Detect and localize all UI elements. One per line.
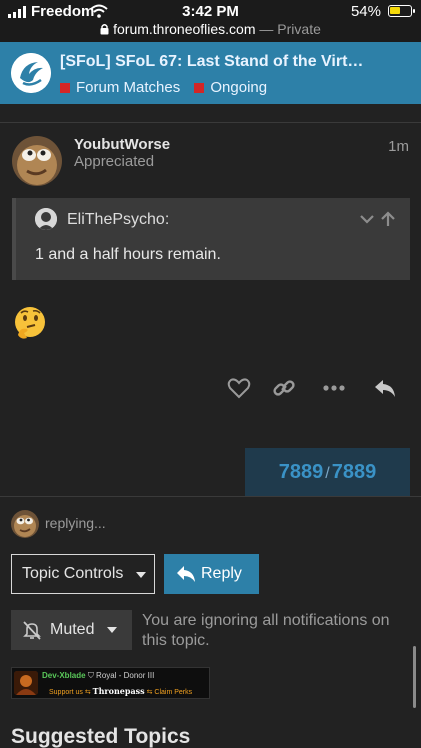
shield-icon: ⛉ bbox=[87, 671, 97, 680]
reply-button[interactable]: Reply bbox=[164, 554, 259, 594]
post-username[interactable]: YoubutWorse bbox=[74, 136, 170, 153]
signature-name: Dev-Xblade bbox=[42, 671, 86, 680]
topic-header: [SFoL] SFoL 67: Last Stand of the Virt… … bbox=[0, 42, 421, 104]
category-label: Forum Matches bbox=[76, 79, 181, 96]
url-bar[interactable]: forum.throneoflies.com — Private bbox=[0, 21, 421, 37]
category-list: Forum Matches Ongoing bbox=[60, 79, 277, 97]
lock-icon bbox=[100, 24, 109, 35]
topic-controls-label: Topic Controls bbox=[22, 565, 124, 582]
topic-title[interactable]: [SFoL] SFoL 67: Last Stand of the Virt… bbox=[60, 53, 410, 71]
signature-avatar bbox=[14, 671, 38, 695]
quote-author[interactable]: EliThePsycho: bbox=[67, 211, 169, 229]
quote-text: 1 and a half hours remain. bbox=[35, 246, 221, 263]
reply-arrow-icon[interactable] bbox=[372, 375, 398, 401]
notification-description: You are ignoring all notifications on th… bbox=[142, 612, 390, 649]
signature-header: Dev-Xblade ⛉ Royal - Donor III bbox=[42, 671, 154, 681]
reply-icon bbox=[177, 566, 195, 582]
bell-slash-icon bbox=[23, 621, 41, 640]
muted-label: Muted bbox=[50, 621, 95, 638]
category-color-swatch bbox=[60, 82, 70, 93]
claim-text: Claim Perks bbox=[154, 689, 193, 696]
exchange-icon: ⇆ bbox=[84, 689, 93, 696]
quote-toggle-icons bbox=[360, 211, 395, 226]
signature-rank: Royal - Donor III bbox=[96, 671, 155, 680]
replying-avatar bbox=[11, 510, 39, 538]
post-user-title: Appreciated bbox=[74, 153, 155, 170]
divider bbox=[0, 496, 421, 497]
notification-level-dropdown[interactable]: Muted bbox=[11, 610, 132, 650]
link-icon[interactable] bbox=[271, 375, 297, 401]
scrollbar[interactable] bbox=[413, 646, 416, 708]
category-forum-matches[interactable]: Forum Matches bbox=[60, 79, 180, 96]
category-ongoing[interactable]: Ongoing bbox=[194, 79, 267, 96]
post-time[interactable]: 1m bbox=[388, 138, 409, 155]
signature-promo: Support us ⇆ Thronepass ⇆ Claim Perks bbox=[49, 686, 192, 696]
quote-block: EliThePsycho: 1 and a half hours remain. bbox=[12, 198, 410, 280]
caret-down-icon bbox=[136, 572, 146, 578]
caret-down-icon bbox=[107, 627, 117, 633]
battery-percent: 54% bbox=[350, 3, 381, 20]
private-label: — Private bbox=[259, 21, 321, 37]
topic-progress[interactable]: 7889/7889 bbox=[245, 448, 410, 497]
support-text: Support us bbox=[49, 689, 83, 696]
progress-current: 7889 bbox=[278, 461, 324, 483]
quote-avatar bbox=[35, 208, 57, 230]
suggested-topics-heading: Suggested Topics bbox=[11, 725, 191, 748]
like-heart-icon[interactable] bbox=[226, 375, 252, 401]
topic-controls-dropdown[interactable]: Topic Controls bbox=[11, 554, 155, 594]
url-text: forum.throneoflies.com bbox=[113, 21, 256, 37]
category-color-swatch bbox=[194, 82, 205, 93]
site-logo[interactable] bbox=[11, 53, 51, 93]
progress-total: 7889 bbox=[331, 461, 377, 483]
reply-label: Reply bbox=[201, 565, 242, 582]
battery-icon bbox=[388, 5, 415, 17]
thronepass-logo: Thronepass bbox=[92, 686, 145, 696]
status-bar: Freedom 3:42 PM 54% forum.throneoflies.c… bbox=[0, 0, 421, 42]
thinking-face-emoji bbox=[15, 307, 45, 339]
replying-indicator: replying... bbox=[45, 515, 106, 531]
chevron-down-icon[interactable] bbox=[360, 215, 374, 224]
category-label: Ongoing bbox=[210, 79, 268, 96]
user-signature[interactable]: Dev-Xblade ⛉ Royal - Donor III Support u… bbox=[11, 667, 210, 699]
avatar[interactable] bbox=[12, 136, 62, 186]
arrow-up-icon[interactable] bbox=[381, 211, 395, 226]
progress-separator: / bbox=[325, 465, 330, 482]
divider bbox=[0, 122, 421, 123]
more-options-icon[interactable] bbox=[321, 375, 347, 401]
